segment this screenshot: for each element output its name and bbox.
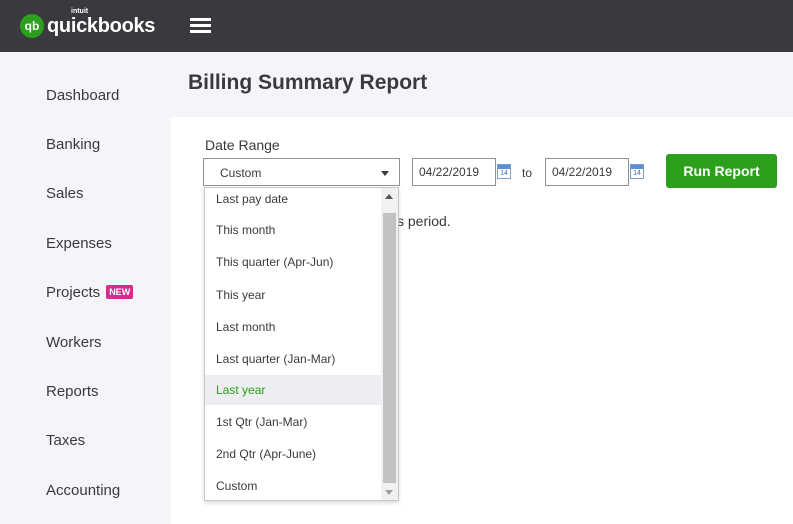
date-range-value: Custom bbox=[220, 166, 262, 180]
sidebar-item-label: Projects bbox=[46, 284, 101, 301]
quickbooks-logo[interactable]: qb intuit quickbooks bbox=[20, 8, 156, 39]
dropdown-option[interactable]: Last pay date bbox=[205, 188, 381, 214]
dropdown-option[interactable]: Last quarter (Jan-Mar) bbox=[205, 344, 381, 374]
scroll-up-arrow-icon[interactable] bbox=[385, 194, 393, 199]
to-label: to bbox=[522, 166, 533, 180]
sidebar-item-label: Accounting bbox=[46, 482, 121, 499]
from-date-input[interactable]: 04/22/2019 bbox=[412, 158, 496, 186]
sidebar-item-workers[interactable]: Workers bbox=[46, 334, 102, 351]
sidebar-item-banking[interactable]: Banking bbox=[46, 136, 100, 153]
calendar-icon[interactable]: 14 bbox=[497, 164, 511, 179]
scroll-thumb[interactable] bbox=[383, 213, 396, 483]
page-title: Billing Summary Report bbox=[188, 71, 428, 94]
dropdown-option[interactable]: This year bbox=[205, 280, 381, 310]
period-text: s period. bbox=[397, 213, 451, 229]
sidebar-item-label: Taxes bbox=[46, 432, 86, 449]
sidebar-item-sales[interactable]: Sales bbox=[46, 185, 84, 202]
dropdown-option[interactable]: 1st Qtr (Jan-Mar) bbox=[205, 407, 381, 437]
new-badge: NEW bbox=[106, 285, 134, 299]
sidebar-item-label: Dashboard bbox=[46, 87, 120, 104]
hamburger-menu-icon[interactable] bbox=[190, 18, 211, 34]
calendar-day: 14 bbox=[633, 170, 641, 177]
logo-name-text: quickbooks bbox=[47, 15, 156, 37]
calendar-day: 14 bbox=[500, 170, 508, 177]
date-range-select[interactable]: Custom bbox=[203, 158, 400, 186]
dropdown-option[interactable]: Last month bbox=[205, 312, 381, 342]
dropdown-option[interactable]: This quarter (Apr-Jun) bbox=[205, 247, 381, 277]
to-date-input[interactable]: 04/22/2019 bbox=[545, 158, 629, 186]
date-range-dropdown: Last pay date This month This quarter (A… bbox=[204, 187, 399, 501]
calendar-icon[interactable]: 14 bbox=[630, 164, 644, 179]
sidebar-item-taxes[interactable]: Taxes bbox=[46, 432, 85, 449]
scroll-down-arrow-icon[interactable] bbox=[385, 490, 393, 495]
sidebar-item-projects[interactable]: Projects NEW bbox=[46, 284, 134, 301]
logo-intuit-text: intuit bbox=[71, 8, 89, 15]
qb-logo-icon: qb bbox=[20, 14, 44, 38]
sidebar-item-reports[interactable]: Reports bbox=[46, 383, 99, 400]
logo-wordmark: intuit quickbooks bbox=[47, 8, 156, 39]
dropdown-scrollbar[interactable] bbox=[381, 188, 398, 500]
sidebar-item-expenses[interactable]: Expenses bbox=[46, 235, 112, 252]
top-bar: qb intuit quickbooks bbox=[0, 0, 793, 52]
sidebar-item-accounting[interactable]: Accounting bbox=[46, 482, 120, 499]
dropdown-option[interactable]: This month bbox=[205, 215, 381, 245]
sidebar-item-label: Sales bbox=[46, 185, 84, 202]
sidebar-item-label: Expenses bbox=[46, 235, 112, 252]
dropdown-option[interactable]: 2nd Qtr (Apr-June) bbox=[205, 439, 381, 469]
dropdown-option[interactable]: Custom bbox=[205, 471, 381, 500]
sidebar-item-dashboard[interactable]: Dashboard bbox=[46, 87, 119, 104]
sidebar-item-label: Banking bbox=[46, 136, 101, 153]
sidebar-item-label: Reports bbox=[46, 383, 99, 400]
dropdown-option-highlighted[interactable]: Last year bbox=[205, 375, 381, 405]
date-range-label: Date Range bbox=[205, 137, 280, 153]
sidebar-item-label: Workers bbox=[46, 334, 102, 351]
chevron-down-icon bbox=[381, 171, 389, 176]
run-report-button[interactable]: Run Report bbox=[666, 154, 777, 188]
